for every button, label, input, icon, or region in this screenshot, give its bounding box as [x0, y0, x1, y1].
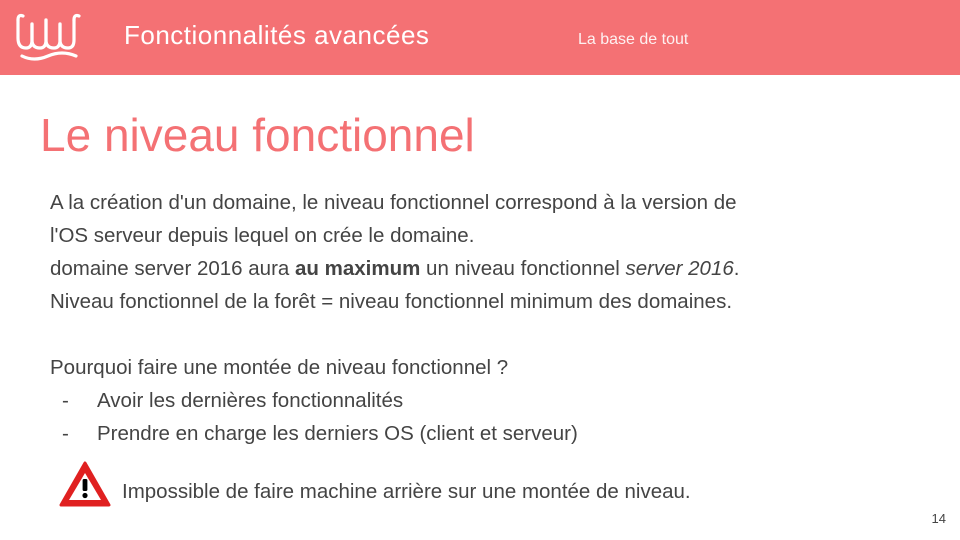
- bullet-dash: -: [62, 422, 69, 445]
- body-line-4: Niveau fonctionnel de la forêt = niveau …: [50, 290, 733, 313]
- body-line-3: domaine server 2016 aura au maximum un n…: [50, 252, 930, 285]
- slide-title: Le niveau fonctionnel: [40, 109, 475, 161]
- wave-logo-icon: [16, 13, 81, 61]
- body-line-3-italic: server 2016: [625, 257, 734, 280]
- header-subtitle: La base de tout: [578, 31, 689, 48]
- header-bar: Fonctionnalités avancées La base de tout: [0, 0, 960, 75]
- bullet-text: Avoir les dernières fonctionnalités: [97, 389, 404, 412]
- body-line-3-prefix: domaine server 2016 aura: [50, 257, 296, 280]
- warning-triangle-icon: [59, 461, 111, 507]
- body-line-1: A la création d'un domaine, le niveau fo…: [50, 191, 737, 214]
- warning-note: Impossible de faire machine arrière sur …: [58, 458, 691, 508]
- page-number: 14: [931, 511, 946, 526]
- bullet-text: Prendre en charge les derniers OS (clien…: [97, 422, 578, 445]
- body-line-3-suffix: .: [733, 257, 740, 280]
- bullet-dash: -: [62, 389, 69, 412]
- list-item: - Prendre en charge les derniers OS (cli…: [50, 417, 930, 450]
- question-line: Pourquoi faire une montée de niveau fonc…: [50, 356, 509, 379]
- body-line-2: l'OS serveur depuis lequel on crée le do…: [50, 224, 475, 247]
- body-line-3-middle: un niveau fonctionnel: [420, 257, 626, 280]
- list-item: - Avoir les dernières fonctionnalités: [50, 384, 930, 417]
- header-title: Fonctionnalités avancées: [124, 20, 430, 50]
- body-line-3-bold: au maximum: [295, 257, 421, 280]
- slide-body: A la création d'un domaine, le niveau fo…: [50, 186, 930, 450]
- warning-text: Impossible de faire machine arrière sur …: [122, 480, 691, 503]
